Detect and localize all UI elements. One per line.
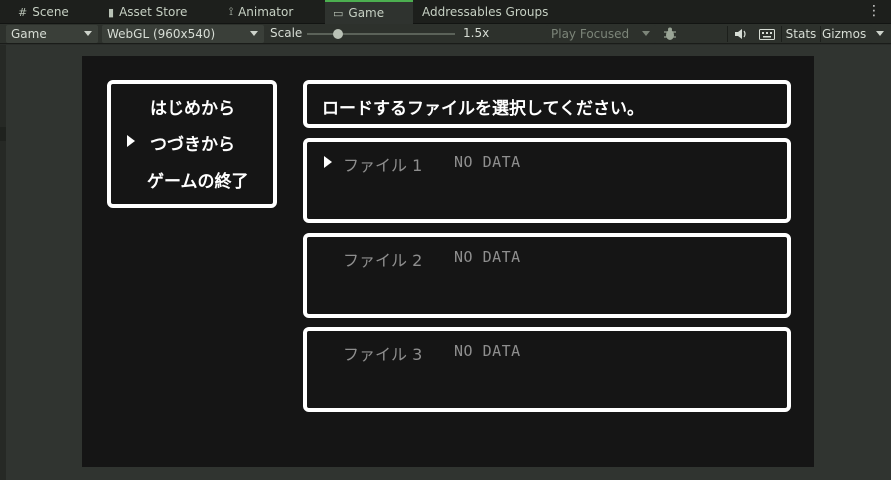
left-panel-edge	[0, 45, 6, 480]
scale-value: 1.5x	[463, 26, 490, 40]
load-prompt-text: ロードするファイルを選択してください。	[322, 99, 644, 119]
resolution-dropdown[interactable]: WebGL (960x540)	[102, 25, 264, 43]
slot-status: NO DATA	[454, 342, 521, 360]
slot-cursor-icon	[324, 156, 332, 168]
animator-icon: ⟟	[229, 5, 234, 18]
divider	[727, 26, 728, 42]
save-slot-1[interactable]	[303, 138, 791, 223]
scale-label: Scale	[270, 26, 303, 40]
stats-button[interactable]: Stats	[784, 25, 818, 43]
slot-label: ファイル 1	[343, 156, 423, 175]
tab-label: Scene	[32, 5, 69, 19]
bug-icon[interactable]	[660, 25, 680, 43]
save-slot-2[interactable]	[303, 233, 791, 318]
tab-game[interactable]: ▭ Game	[325, 0, 413, 24]
divider	[820, 26, 821, 42]
display-dropdown-value: Game	[11, 27, 47, 41]
gizmos-dropdown[interactable]	[870, 25, 889, 43]
speaker-icon[interactable]	[731, 25, 751, 43]
tab-asset-store[interactable]: ▮ Asset Store	[108, 0, 187, 24]
tab-label: Game	[348, 6, 385, 20]
divider	[781, 26, 782, 42]
tab-label: Animator	[238, 5, 294, 19]
slot-label: ファイル 2	[343, 251, 423, 270]
play-mode-value: Play Focused	[551, 27, 630, 41]
tab-addressables-groups[interactable]: Addressables Groups	[422, 0, 548, 24]
chevron-down-icon	[642, 31, 650, 36]
tab-label: Asset Store	[119, 5, 188, 19]
resolution-dropdown-value: WebGL (960x540)	[107, 27, 216, 41]
bag-icon: ▮	[108, 5, 115, 19]
chevron-down-icon	[84, 31, 92, 36]
gizmos-label: Gizmos	[822, 27, 867, 41]
tab-animator[interactable]: ⟟ Animator	[229, 0, 293, 24]
menu-item-new-game[interactable]: はじめから	[150, 94, 235, 119]
menu-item-continue[interactable]: つづきから	[150, 130, 235, 155]
keyboard-icon[interactable]	[756, 25, 778, 43]
chevron-down-icon	[876, 31, 884, 36]
more-options-icon[interactable]: ⋮	[867, 3, 881, 19]
chevron-down-icon	[250, 31, 258, 36]
play-mode-dropdown[interactable]: Play Focused	[546, 25, 656, 43]
gizmos-button[interactable]: Gizmos	[822, 25, 870, 43]
save-slot-3[interactable]	[303, 327, 791, 412]
gamepad-icon: ▭	[333, 6, 344, 20]
scale-slider-track[interactable]	[307, 33, 455, 35]
hash-icon: #	[18, 5, 28, 19]
tab-label: Addressables Groups	[422, 5, 549, 19]
menu-item-quit[interactable]: ゲームの終了	[147, 167, 249, 192]
tab-scene[interactable]: # Scene	[18, 0, 69, 24]
slot-label: ファイル 3	[343, 345, 423, 364]
slot-status: NO DATA	[454, 248, 521, 266]
game-view-toolbar: Game WebGL (960x540) Scale 1.5x Play Foc…	[0, 24, 891, 44]
editor-tab-bar: # Scene ▮ Asset Store ⟟ Animator ▭ Game …	[0, 0, 891, 24]
menu-cursor-icon	[127, 135, 135, 147]
slot-status: NO DATA	[454, 153, 521, 171]
scale-slider-handle[interactable]	[333, 29, 343, 39]
display-dropdown[interactable]: Game	[6, 25, 98, 43]
